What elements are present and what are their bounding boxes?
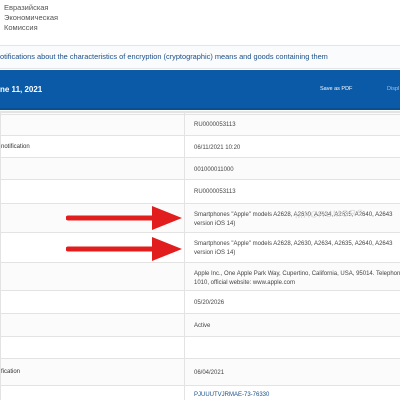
column-divider — [184, 233, 185, 262]
table-row: fication 06/04/2021 — [0, 358, 400, 385]
table-row: Smartphones "Apple" models A2628, A2630,… — [0, 232, 400, 262]
row-label: fication — [1, 369, 21, 375]
table-row: RU0000053113 — [0, 179, 400, 203]
logo-line-1: Евразийская — [4, 3, 49, 12]
table-row — [0, 336, 400, 358]
column-divider — [184, 337, 185, 358]
column-divider — [184, 263, 185, 290]
save-as-pdf-link[interactable]: Save as PDF — [320, 86, 352, 92]
column-divider — [184, 204, 185, 232]
table-row: Apple Inc., One Apple Park Way, Cupertin… — [0, 262, 400, 290]
value-line: version iOS 14) — [194, 221, 236, 227]
logo-line-2: Экономическая — [4, 13, 59, 22]
column-divider — [184, 158, 185, 179]
table-row: Active — [0, 313, 400, 336]
row-label: notification — [1, 144, 30, 150]
page: Евразийская Экономическая Комиссия otifi… — [0, 0, 400, 400]
column-divider — [184, 291, 185, 313]
column-divider — [184, 136, 185, 157]
status-value: Active — [194, 323, 211, 329]
row-value: 001000011000 — [194, 167, 234, 173]
banner-date: ne 11, 2021 — [0, 85, 43, 94]
table-row: notification 06/11/2021 10:20 — [0, 135, 400, 157]
registration-link[interactable]: PJUUUTVJRMAE-73-76330 — [194, 391, 269, 400]
logo-line-3: Комиссия — [4, 23, 38, 32]
row-value: RU0000053113 — [194, 189, 236, 195]
product-description-value: Smartphones "Apple" models A2628, A2630,… — [194, 240, 392, 258]
display-link[interactable]: Displ — [387, 86, 399, 92]
row-value: 06/11/2021 10:20 — [194, 145, 241, 151]
column-divider — [184, 115, 185, 135]
site-header: Евразийская Экономическая Комиссия — [0, 0, 400, 36]
table-row: 001000011000 — [0, 157, 400, 179]
table-row: PJUUUTVJRMAE-73-76330 — [0, 385, 400, 400]
notice-title: otifications about the characteristics o… — [0, 52, 328, 61]
red-arrow-icon — [66, 237, 182, 261]
value-line: Smartphones "Apple" models A2628, A2630,… — [194, 241, 393, 247]
row-value: 06/04/2021 — [194, 370, 225, 376]
table-row: RU0000053113 — [0, 114, 400, 135]
value-line: 1010, official website: www.apple.com — [194, 280, 295, 286]
value-line: version iOS 14) — [194, 250, 236, 256]
column-divider — [184, 314, 185, 336]
document-banner: ne 11, 2021 Save as PDF Displ — [0, 70, 400, 110]
value-line: Apple Inc., One Apple Park Way, Cupertin… — [194, 271, 400, 277]
column-divider — [184, 386, 185, 400]
row-value: RU0000053113 — [194, 122, 236, 128]
table-row: 05/20/2026 — [0, 290, 400, 313]
manufacturer-value: Apple Inc., One Apple Park Way, Cupertin… — [194, 270, 400, 288]
row-value: 05/20/2026 — [194, 300, 225, 306]
eec-logo[interactable]: Евразийская Экономическая Комиссия — [4, 3, 58, 33]
notice-title-bar: otifications about the characteristics o… — [0, 45, 400, 69]
column-divider — [184, 180, 185, 203]
column-divider — [184, 359, 185, 385]
red-arrow-icon — [66, 206, 182, 230]
